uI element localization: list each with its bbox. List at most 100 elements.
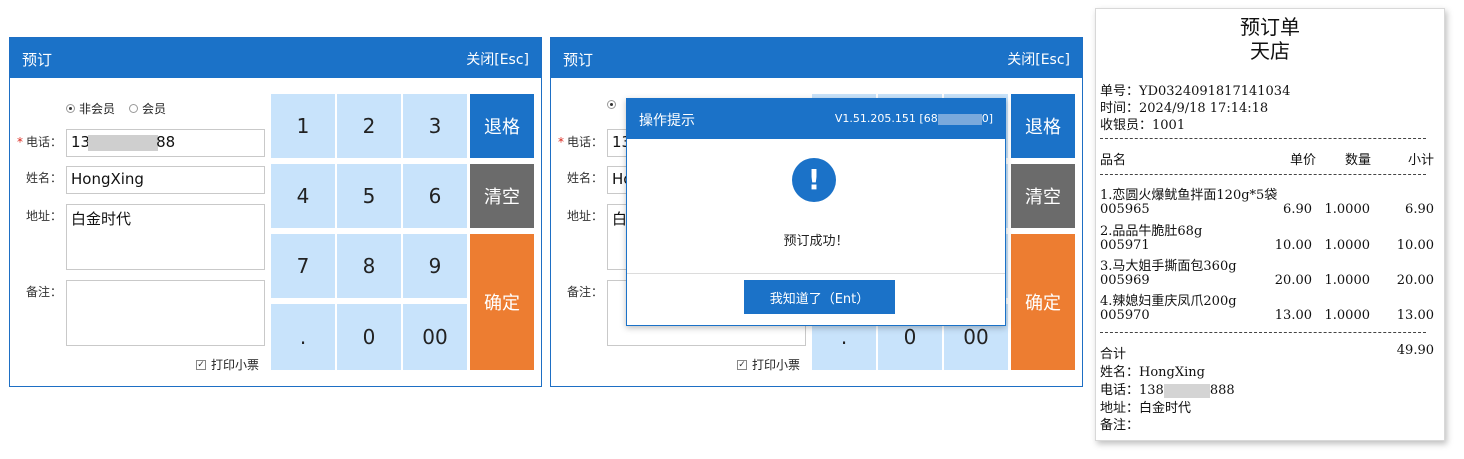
panel-title: 预订	[563, 51, 594, 69]
radio-selected-icon	[607, 100, 616, 109]
exclamation-icon: !	[792, 158, 836, 202]
print-receipt-checkbox[interactable]: ✓ 打印小票	[196, 356, 259, 373]
confirm-button[interactable]: 确定	[470, 234, 534, 370]
dialog-title: 操作提示	[639, 113, 695, 129]
header-name: 品名	[1100, 153, 1127, 168]
radio-member[interactable]: 会员	[129, 100, 166, 117]
confirm-button[interactable]: 确定	[1011, 234, 1075, 370]
dialog-header: 操作提示 V1.51.205.151 [68 0]	[627, 99, 1005, 139]
customer-name: 姓名：HongXing	[1100, 365, 1205, 380]
key-6[interactable]: 6	[403, 164, 467, 228]
key-4[interactable]: 4	[271, 164, 335, 228]
checkbox-checked-icon: ✓	[737, 359, 747, 370]
divider	[627, 273, 1005, 274]
version-text: V1.51.205.151 [68 0]	[834, 112, 993, 125]
panel-header: 预订 关闭[Esc]	[10, 38, 541, 78]
key-9[interactable]: 9	[403, 234, 467, 298]
key-8[interactable]: 8	[337, 234, 401, 298]
checkbox-checked-icon: ✓	[196, 359, 206, 370]
clear-button[interactable]: 清空	[1011, 164, 1075, 228]
acknowledge-button[interactable]: 我知道了（Ent）	[744, 280, 895, 314]
header-subtotal: 小计	[1407, 153, 1434, 168]
key-0[interactable]: 0	[337, 304, 401, 370]
radio-label: 会员	[142, 102, 167, 116]
cashier: 收银员：1001	[1100, 118, 1186, 133]
header-price: 单价	[1289, 153, 1316, 168]
item-code: 005965	[1100, 202, 1150, 217]
close-button[interactable]: 关闭[Esc]	[1007, 49, 1070, 69]
item-subtotal: 13.00	[1396, 308, 1434, 323]
receipt-store: 天店	[1250, 39, 1290, 63]
item-subtotal: 10.00	[1396, 238, 1434, 253]
key-5[interactable]: 5	[337, 164, 401, 228]
item-price: 6.90	[1283, 202, 1312, 217]
item-subtotal: 20.00	[1396, 273, 1434, 288]
phone-label: * 电话：	[557, 135, 603, 149]
print-receipt-checkbox[interactable]: ✓ 打印小票	[737, 356, 800, 373]
success-dialog: 操作提示 V1.51.205.151 [68 0] ! 预订成功！ 我知道了（En…	[626, 98, 1006, 326]
checkbox-label: 打印小票	[752, 358, 801, 372]
member-type-radio-group	[607, 100, 616, 109]
item-qty: 1.0000	[1324, 273, 1371, 288]
redacted-mask	[937, 113, 982, 125]
item-subtotal: 6.90	[1405, 202, 1434, 217]
phone-label: * 电话：	[16, 135, 62, 149]
backspace-button[interactable]: 退格	[1011, 94, 1075, 158]
booking-panel: 预订 关闭[Esc] 非会员 会员 * 电话： 13 88 姓名： HongXing…	[9, 37, 542, 387]
divider	[1100, 174, 1426, 175]
key-dot[interactable]: .	[271, 304, 335, 370]
remark-label: 备注：	[566, 285, 603, 299]
name-label: 姓名：	[566, 171, 603, 185]
item-name: 2.品品牛脆肚68g	[1100, 224, 1203, 239]
item-price: 13.00	[1274, 308, 1312, 323]
radio-selected-icon	[66, 104, 75, 113]
radio-non-member[interactable]: 非会员	[66, 100, 115, 117]
clear-button[interactable]: 清空	[470, 164, 534, 228]
key-7[interactable]: 7	[271, 234, 335, 298]
item-qty: 1.0000	[1324, 202, 1371, 217]
redacted-mask	[1163, 383, 1210, 398]
divider	[1100, 332, 1426, 333]
item-name: 4.辣媳妇重庆凤爪200g	[1100, 294, 1237, 309]
item-price: 10.00	[1274, 238, 1312, 253]
panel-title: 预订	[22, 51, 53, 69]
item-code: 005970	[1100, 308, 1150, 323]
remark-textarea[interactable]	[66, 280, 265, 346]
checkbox-label: 打印小票	[211, 358, 260, 372]
divider	[1100, 138, 1426, 139]
receipt-preview: 预订单 天店 单号：YD0324091817141034 时间：2024/9/1…	[1095, 8, 1445, 441]
dialog-message: 预订成功！	[783, 234, 849, 249]
key-3[interactable]: 3	[403, 94, 467, 158]
item-price: 20.00	[1274, 273, 1312, 288]
radio-non-member[interactable]	[607, 100, 616, 109]
customer-remark: 备注：	[1100, 418, 1140, 433]
name-label: 姓名：	[25, 171, 62, 185]
backspace-button[interactable]: 退格	[470, 94, 534, 158]
close-button[interactable]: 关闭[Esc]	[466, 49, 529, 69]
radio-unselected-icon	[129, 104, 139, 113]
key-2[interactable]: 2	[337, 94, 401, 158]
phone-input[interactable]: 13 88	[66, 129, 265, 157]
remark-label: 备注：	[25, 285, 62, 299]
total-value: 49.90	[1396, 343, 1434, 358]
name-input[interactable]: HongXing	[66, 166, 265, 194]
item-qty: 1.0000	[1324, 238, 1371, 253]
item-name: 3.马大姐手撕面包360g	[1100, 259, 1237, 274]
item-code: 005969	[1100, 273, 1150, 288]
address-label: 地址：	[566, 209, 603, 223]
radio-label: 非会员	[79, 102, 116, 116]
redacted-mask	[88, 134, 159, 151]
panel-header: 预订 关闭[Esc]	[551, 38, 1082, 78]
total-label: 合计	[1100, 347, 1127, 362]
booking-form: 非会员 会员 * 电话： 13 88 姓名： HongXing 地址： 白金时代 备…	[10, 78, 270, 386]
member-type-radio-group: 非会员 会员	[66, 100, 166, 117]
customer-phone: 电话：138 888	[1100, 383, 1235, 398]
key-1[interactable]: 1	[271, 94, 335, 158]
item-name: 1.恋圆火爆鱿鱼拌面120g*5袋	[1100, 188, 1278, 203]
item-code: 005971	[1100, 238, 1150, 253]
item-qty: 1.0000	[1324, 308, 1371, 323]
key-00[interactable]: 00	[403, 304, 467, 370]
address-label: 地址：	[25, 209, 62, 223]
address-textarea[interactable]: 白金时代	[66, 204, 265, 270]
header-qty: 数量	[1344, 153, 1371, 168]
